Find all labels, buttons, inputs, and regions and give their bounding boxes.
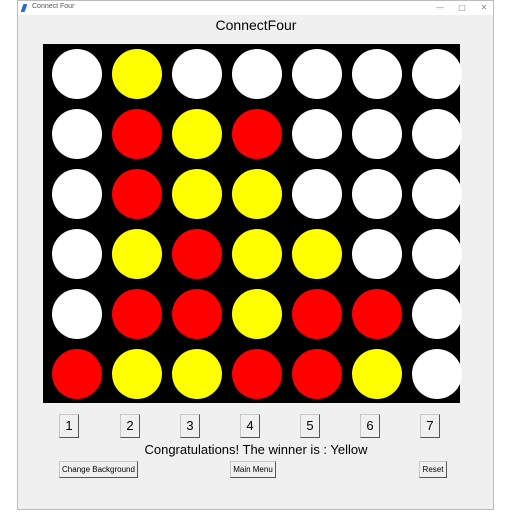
board-cell-red xyxy=(112,169,162,219)
column-button-5[interactable]: 5 xyxy=(300,414,320,438)
board-cell-red xyxy=(112,289,162,339)
board-cell-yellow xyxy=(352,349,402,399)
board-cell-yellow xyxy=(112,49,162,99)
board-cell-yellow xyxy=(172,109,222,159)
board-cell-yellow xyxy=(232,289,282,339)
title-bar: Connect Four — □ ✕ xyxy=(18,1,493,15)
board-cell-red xyxy=(292,349,342,399)
board-cell-red xyxy=(352,289,402,339)
board-cell-empty xyxy=(52,109,102,159)
main-menu-button[interactable]: Main Menu xyxy=(230,461,276,478)
column-button-2[interactable]: 2 xyxy=(120,414,140,438)
board-cell-empty xyxy=(412,49,462,99)
change-background-button[interactable]: Change Background xyxy=(59,461,138,478)
column-button-6[interactable]: 6 xyxy=(360,414,380,438)
board-cell-red xyxy=(112,109,162,159)
board-cell-red xyxy=(52,349,102,399)
board-cell-empty xyxy=(52,49,102,99)
board-cell-empty xyxy=(412,109,462,159)
board-cell-empty xyxy=(412,229,462,279)
maximize-button[interactable]: □ xyxy=(454,2,470,14)
board-cell-red xyxy=(292,289,342,339)
board-cell-red xyxy=(232,109,282,159)
reset-button[interactable]: Reset xyxy=(419,461,447,478)
column-button-7[interactable]: 7 xyxy=(420,414,440,438)
board-cell-red xyxy=(232,349,282,399)
game-board xyxy=(43,44,462,403)
board-cell-empty xyxy=(232,49,282,99)
board-cell-empty xyxy=(352,169,402,219)
board-cell-empty xyxy=(52,229,102,279)
board-cell-yellow xyxy=(112,229,162,279)
board-cell-empty xyxy=(412,169,462,219)
status-message: Congratulations! The winner is : Yellow xyxy=(144,442,368,457)
board-cell-empty xyxy=(352,229,402,279)
board-cell-empty xyxy=(352,49,402,99)
board-cell-yellow xyxy=(292,229,342,279)
board-cell-empty xyxy=(52,289,102,339)
board-cell-yellow xyxy=(232,169,282,219)
minimize-button[interactable]: — xyxy=(432,2,448,14)
board-cell-empty xyxy=(352,109,402,159)
board-cell-empty xyxy=(412,289,462,339)
board-cell-red xyxy=(172,289,222,339)
board-cell-empty xyxy=(292,49,342,99)
column-button-4[interactable]: 4 xyxy=(240,414,260,438)
board-cell-yellow xyxy=(232,229,282,279)
board-cell-empty xyxy=(292,169,342,219)
window-title: Connect Four xyxy=(32,3,75,10)
board-cell-empty xyxy=(172,49,222,99)
board-cell-empty xyxy=(412,349,462,399)
board-cell-red xyxy=(172,229,222,279)
board-cell-empty xyxy=(292,109,342,159)
board-cell-yellow xyxy=(112,349,162,399)
board-cell-yellow xyxy=(172,169,222,219)
column-button-3[interactable]: 3 xyxy=(180,414,200,438)
board-cell-empty xyxy=(52,169,102,219)
feather-icon xyxy=(20,4,28,12)
close-button[interactable]: ✕ xyxy=(476,2,492,14)
column-button-1[interactable]: 1 xyxy=(59,414,79,438)
app-title: ConnectFour xyxy=(215,17,297,33)
board-cell-yellow xyxy=(172,349,222,399)
